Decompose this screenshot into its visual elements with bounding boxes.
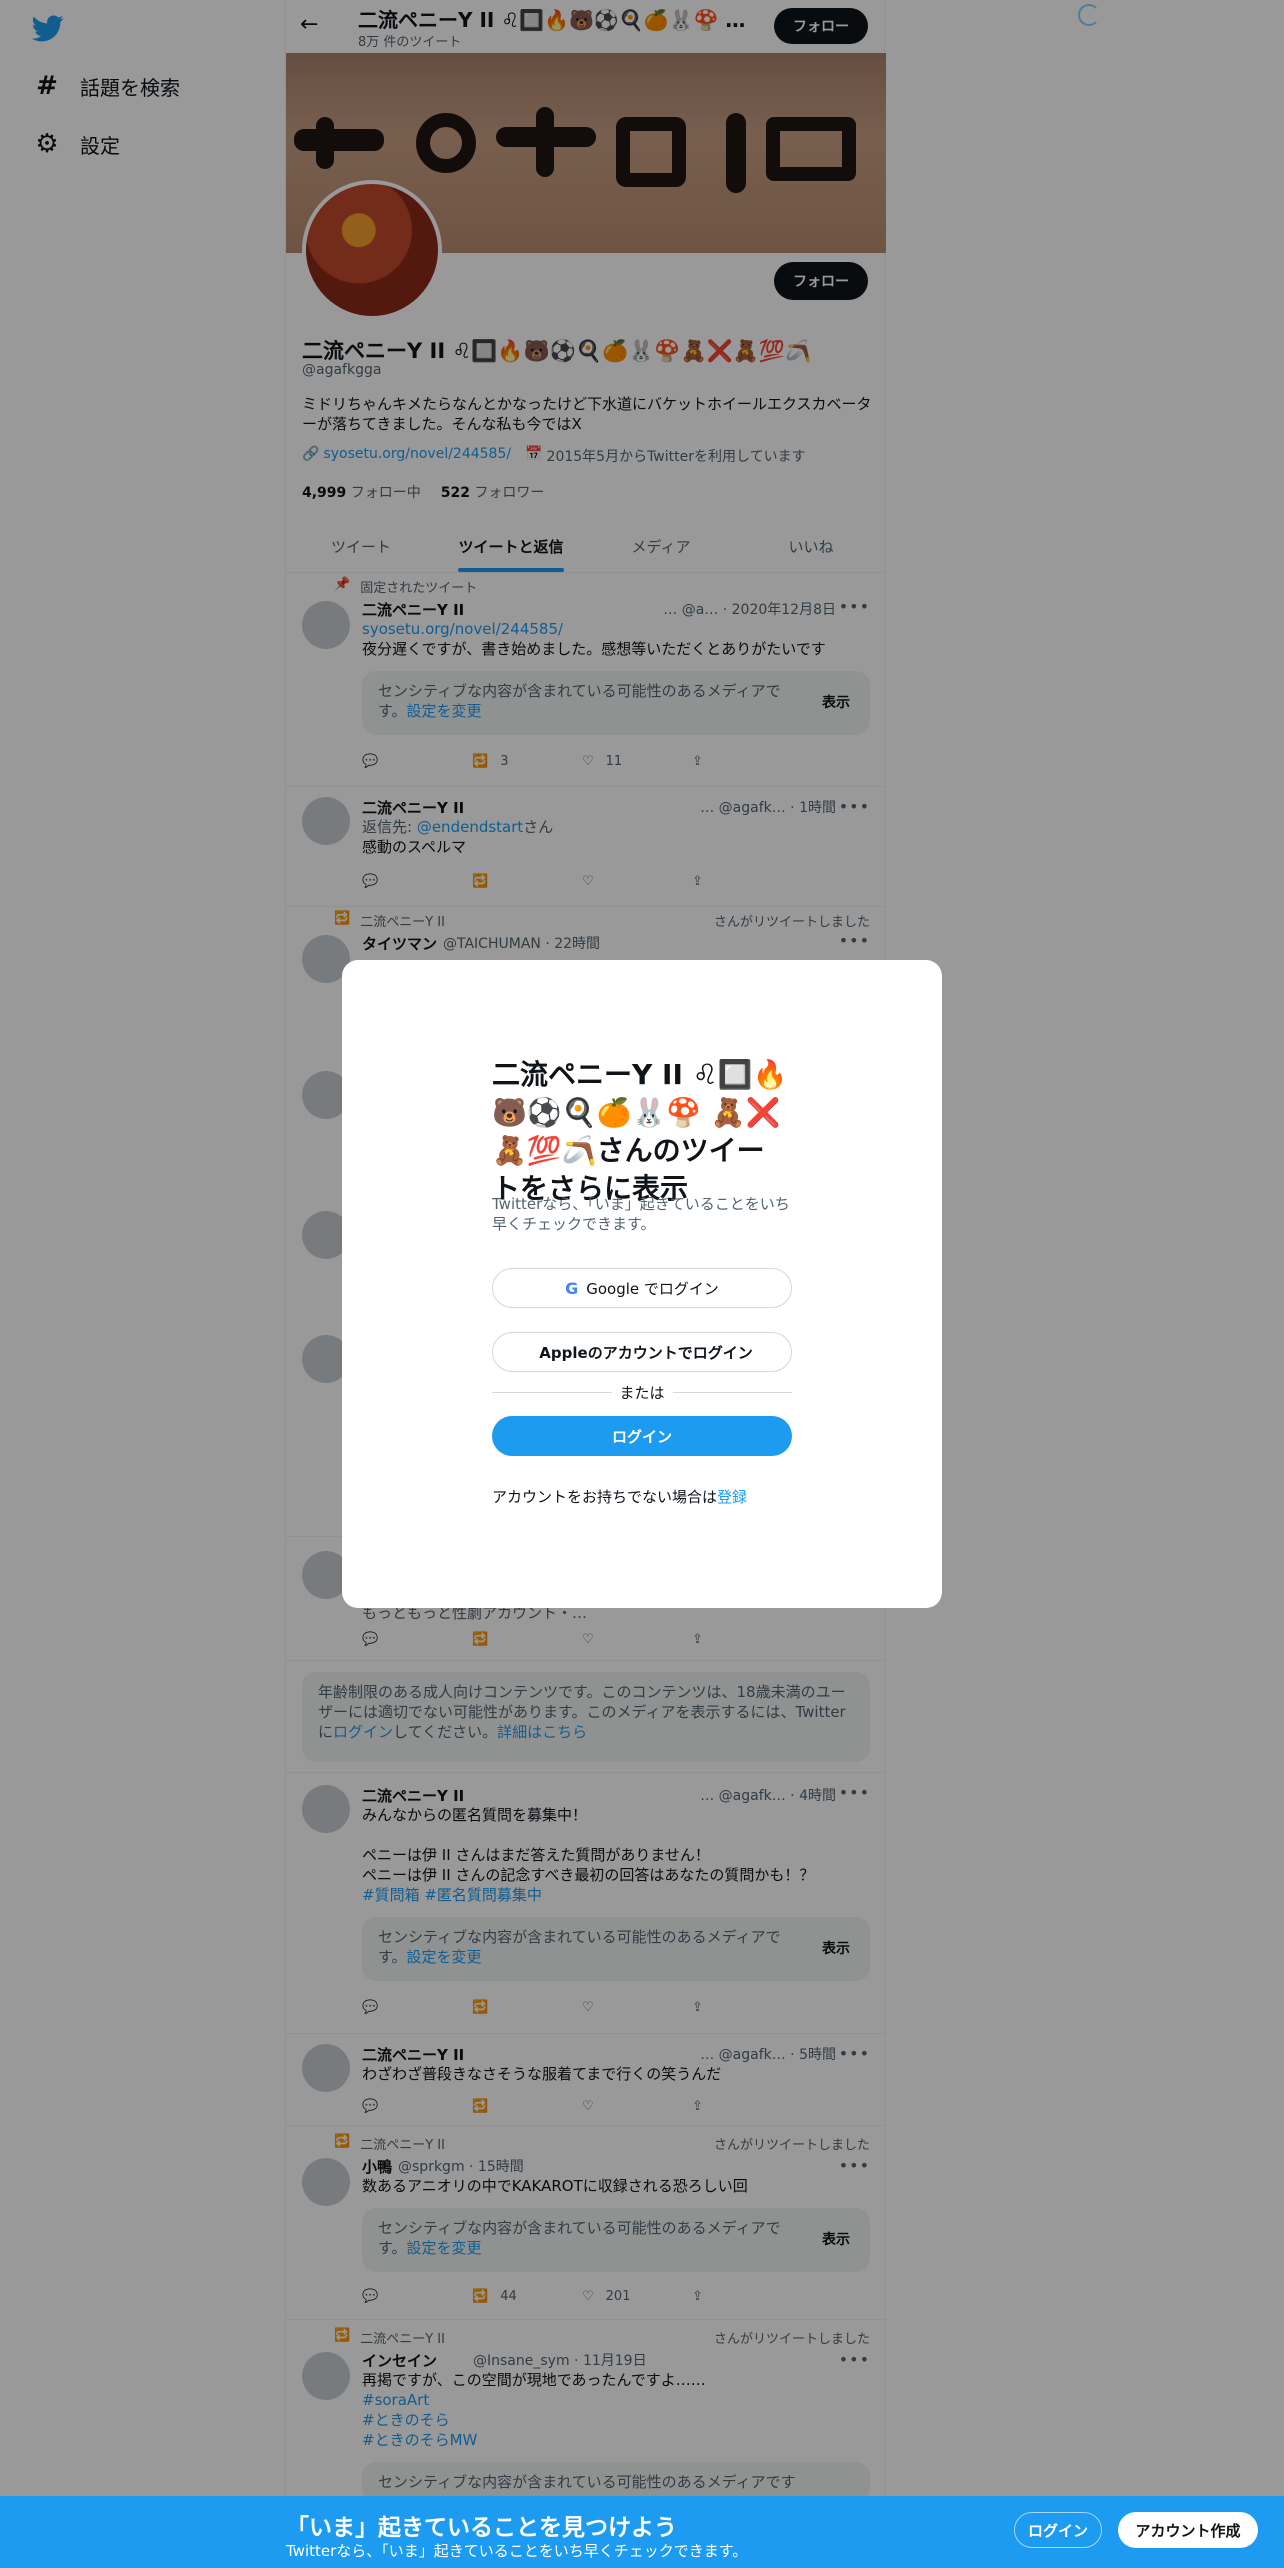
google-login-label: Google でログイン	[586, 1279, 719, 1298]
signup-prompt-text: アカウントをお持ちでない場合は	[492, 1488, 718, 1506]
modal-title: 二流ペニーY II ♌🔲🔥🐻⚽🍳🍊🐰🍄 🧸❌🧸💯🪃さんのツイートをさらに表示	[492, 1058, 788, 1205]
bottom-signup-bar: 「いま」起きていることを見つけよう Twitterなら、「いま」起きていることを…	[0, 2496, 1284, 2568]
or-divider: または	[492, 1382, 793, 1402]
signup-prompt: アカウントをお持ちでない場合は登録	[492, 1486, 747, 1507]
bottom-bar-title: 「いま」起きていることを見つけよう	[286, 2515, 677, 2541]
bottom-bar-subtitle: Twitterなら、「いま」起きていることをいち早くチェックできます。	[286, 2542, 748, 2560]
or-label: または	[619, 1383, 665, 1402]
apple-login-label: Appleのアカウントでログイン	[539, 1343, 753, 1362]
bottom-login-button[interactable]: ログイン	[1014, 2512, 1102, 2548]
apple-login-button[interactable]: Appleのアカウントでログイン	[492, 1332, 792, 1372]
bottom-signup-button[interactable]: アカウント作成	[1118, 2512, 1258, 2548]
modal-login-button[interactable]: ログイン	[492, 1416, 792, 1456]
google-login-button[interactable]: G Google でログイン	[492, 1268, 792, 1308]
google-icon: G	[565, 1278, 579, 1298]
login-prompt-modal: 二流ペニーY II ♌🔲🔥🐻⚽🍳🍊🐰🍄 🧸❌🧸💯🪃さんのツイートをさらに表示 T…	[342, 960, 942, 1608]
modal-subtitle: Twitterなら、「いま」起きていることをいち早くチェックできます。	[492, 1195, 790, 1233]
signup-link[interactable]: 登録	[717, 1488, 747, 1506]
